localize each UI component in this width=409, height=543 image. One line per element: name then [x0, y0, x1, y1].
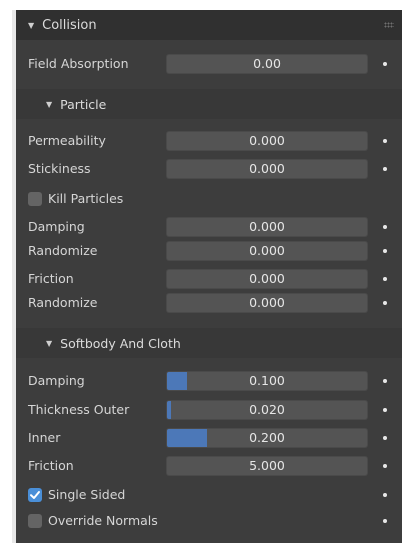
thickness-inner-value: 0.200 [249, 430, 285, 445]
collapse-triangle-icon: ▼ [46, 99, 53, 109]
kill-particles-checkbox[interactable] [28, 192, 42, 206]
thickness-inner-slider[interactable]: 0.200 [166, 428, 368, 448]
kill-particles-row[interactable]: Kill Particles [16, 187, 402, 211]
collapse-triangle-icon: ▼ [28, 20, 35, 30]
keyframe-dot-icon[interactable] [383, 277, 387, 281]
single-sided-label: Single Sided [48, 487, 126, 502]
drag-handle-icon[interactable] [384, 22, 394, 28]
kill-particles-label: Kill Particles [48, 191, 124, 206]
damping-randomize-field[interactable]: 0.000 [166, 241, 368, 261]
field-absorption-field[interactable]: 0.00 [166, 54, 368, 74]
damping-randomize-value: 0.000 [249, 243, 285, 258]
stickiness-field[interactable]: 0.000 [166, 159, 368, 179]
permeability-row: Permeability 0.000 [16, 129, 402, 153]
checkmark-icon [30, 491, 40, 499]
collision-title: Collision [42, 17, 97, 33]
particle-damping-label: Damping [28, 219, 85, 234]
keyframe-dot-icon[interactable] [383, 436, 387, 440]
permeability-value: 0.000 [249, 133, 285, 148]
field-absorption-value: 0.00 [253, 56, 281, 71]
thickness-outer-value: 0.020 [249, 402, 285, 417]
particle-friction-value: 0.000 [249, 271, 285, 286]
friction-randomize-label: Randomize [28, 295, 98, 310]
field-absorption-label: Field Absorption [28, 56, 129, 71]
particle-damping-field[interactable]: 0.000 [166, 217, 368, 237]
softbody-cloth-title: Softbody And Cloth [60, 335, 181, 351]
keyframe-dot-icon[interactable] [383, 139, 387, 143]
softbody-damping-label: Damping [28, 373, 85, 388]
override-normals-checkbox[interactable] [28, 514, 42, 528]
damping-randomize-label: Randomize [28, 243, 98, 258]
thickness-outer-label: Thickness Outer [28, 402, 130, 417]
particle-damping-row: Damping 0.000 [16, 215, 402, 239]
thickness-outer-row: Thickness Outer 0.020 [16, 398, 402, 422]
particle-friction-label: Friction [28, 271, 74, 286]
collision-panel: ▼ Collision Field Absorption 0.00 ▼ Part… [16, 10, 402, 543]
stickiness-value: 0.000 [249, 161, 285, 176]
permeability-field[interactable]: 0.000 [166, 131, 368, 151]
keyframe-dot-icon[interactable] [383, 225, 387, 229]
override-normals-row[interactable]: Override Normals [16, 509, 402, 533]
friction-randomize-value: 0.000 [249, 295, 285, 310]
friction-randomize-row: Randomize 0.000 [16, 291, 402, 315]
particle-friction-field[interactable]: 0.000 [166, 269, 368, 289]
thickness-outer-slider[interactable]: 0.020 [166, 400, 368, 420]
softbody-cloth-subpanel-header[interactable]: ▼ Softbody And Cloth [16, 328, 402, 358]
keyframe-dot-icon[interactable] [383, 62, 387, 66]
friction-randomize-field[interactable]: 0.000 [166, 293, 368, 313]
softbody-friction-field[interactable]: 5.000 [166, 456, 368, 476]
single-sided-row[interactable]: Single Sided [16, 483, 402, 507]
damping-randomize-row: Randomize 0.000 [16, 239, 402, 263]
softbody-friction-value: 5.000 [249, 458, 285, 473]
thickness-inner-row: Inner 0.200 [16, 426, 402, 450]
keyframe-dot-icon[interactable] [383, 379, 387, 383]
stickiness-label: Stickiness [28, 161, 91, 176]
particle-subpanel-header[interactable]: ▼ Particle [16, 89, 402, 119]
thickness-inner-label: Inner [28, 430, 61, 445]
collapse-triangle-icon: ▼ [46, 338, 53, 348]
stickiness-row: Stickiness 0.000 [16, 157, 402, 181]
keyframe-dot-icon[interactable] [383, 408, 387, 412]
keyframe-dot-icon[interactable] [383, 493, 387, 497]
softbody-damping-value: 0.100 [249, 373, 285, 388]
softbody-damping-row: Damping 0.100 [16, 369, 402, 393]
particle-title: Particle [60, 96, 107, 112]
override-normals-label: Override Normals [48, 513, 158, 528]
softbody-friction-row: Friction 5.000 [16, 454, 402, 478]
keyframe-dot-icon[interactable] [383, 464, 387, 468]
particle-friction-row: Friction 0.000 [16, 267, 402, 291]
keyframe-dot-icon[interactable] [383, 167, 387, 171]
field-absorption-row: Field Absorption 0.00 [16, 52, 402, 76]
softbody-damping-slider[interactable]: 0.100 [166, 371, 368, 391]
single-sided-checkbox[interactable] [28, 488, 42, 502]
keyframe-dot-icon[interactable] [383, 301, 387, 305]
keyframe-dot-icon[interactable] [383, 249, 387, 253]
collision-panel-header[interactable]: ▼ Collision [16, 10, 402, 40]
particle-damping-value: 0.000 [249, 219, 285, 234]
softbody-friction-label: Friction [28, 458, 74, 473]
permeability-label: Permeability [28, 133, 106, 148]
keyframe-dot-icon[interactable] [383, 519, 387, 523]
